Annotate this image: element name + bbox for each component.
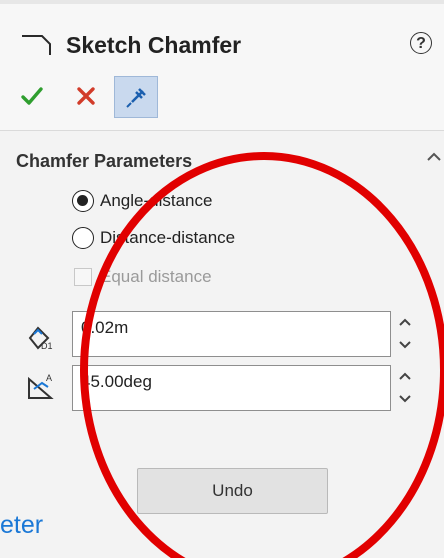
distance-distance-radio[interactable] xyxy=(72,227,94,249)
svg-text:A: A xyxy=(46,373,52,383)
property-manager-header: Sketch Chamfer ? xyxy=(0,4,444,131)
equal-distance-checkbox[interactable] xyxy=(74,268,92,286)
distance-spinner[interactable] xyxy=(392,311,418,357)
angle-distance-radio[interactable] xyxy=(72,190,94,212)
section-title: Chamfer Parameters xyxy=(16,151,193,171)
ok-button[interactable] xyxy=(20,84,44,108)
distance-icon: D1 xyxy=(28,326,53,351)
collapse-chevron-icon[interactable] xyxy=(426,151,442,163)
chamfer-parameters-panel: Chamfer Parameters Angle-distance Distan… xyxy=(0,131,444,558)
angle-icon: A xyxy=(28,373,54,399)
spin-down-icon[interactable] xyxy=(392,335,418,355)
pushpin-icon xyxy=(126,88,146,108)
page-title: Sketch Chamfer xyxy=(66,32,242,58)
annotation-text: eter xyxy=(0,511,44,539)
cancel-button[interactable] xyxy=(74,84,98,108)
spin-down-icon[interactable] xyxy=(392,389,418,409)
pin-button[interactable] xyxy=(114,76,158,118)
spin-up-icon[interactable] xyxy=(392,312,418,332)
distance-distance-label: Distance-distance xyxy=(100,228,236,247)
help-icon[interactable]: ? xyxy=(410,32,432,54)
angle-spinner[interactable] xyxy=(392,365,418,411)
angle-input[interactable]: 45.00deg xyxy=(72,365,391,411)
svg-text:D1: D1 xyxy=(41,341,53,351)
angle-distance-label: Angle-distance xyxy=(100,191,213,210)
spin-up-icon[interactable] xyxy=(392,366,418,386)
equal-distance-label: Equal distance xyxy=(100,267,212,286)
undo-button[interactable]: Undo xyxy=(137,468,328,514)
distance-input[interactable]: 0.02m xyxy=(72,311,391,357)
sketch-chamfer-icon xyxy=(22,35,51,55)
